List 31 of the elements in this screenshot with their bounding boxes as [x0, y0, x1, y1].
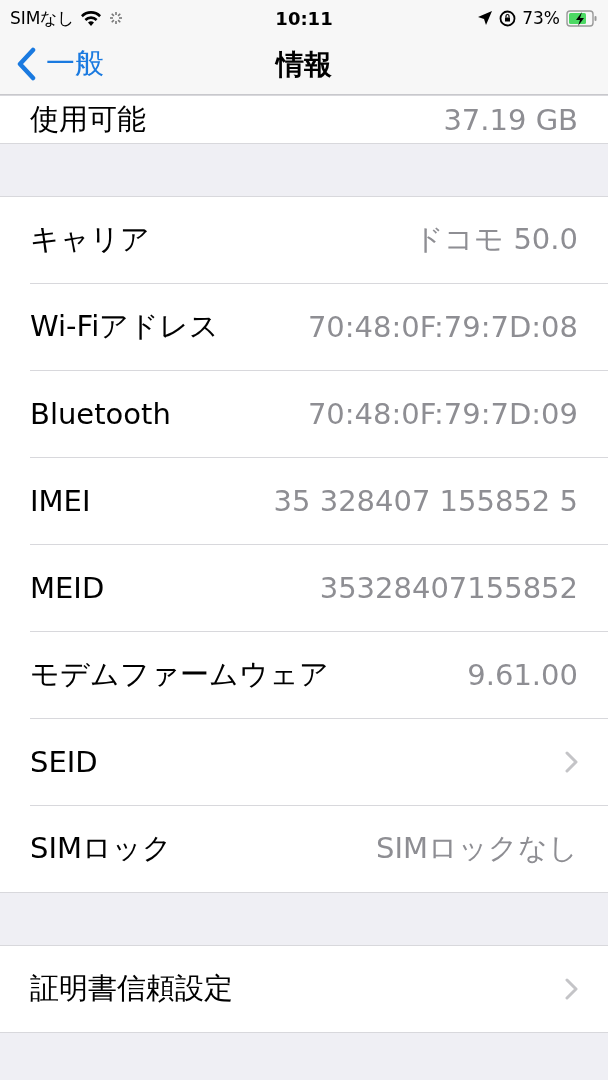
row-label: MEID — [30, 571, 106, 605]
row-label: Bluetooth — [30, 397, 172, 431]
row-label: Wi-Fiアドレス — [30, 308, 221, 345]
wifi-icon — [80, 9, 103, 27]
row-value: 70:48:0F:79:7D:09 — [307, 397, 578, 431]
screen-title: 情報 — [276, 47, 332, 83]
battery-percent: 73% — [522, 8, 560, 28]
row-label: IMEI — [30, 484, 92, 518]
battery-charging-icon — [566, 9, 598, 27]
carrier-text: SIMなし — [10, 6, 75, 30]
row-label: モデムファームウェア — [30, 656, 330, 693]
chevron-icon[interactable] — [564, 750, 578, 774]
rotation-lock-icon — [499, 9, 517, 27]
row-label: 使用可能 — [30, 100, 147, 138]
row-value: 37.19 GB — [443, 102, 578, 137]
back-button[interactable]: 一般 — [16, 44, 104, 84]
row-value: 70:48:0F:79:7D:08 — [307, 310, 578, 344]
status-time: 10:11 — [275, 7, 333, 29]
location-icon — [477, 10, 494, 26]
row-label: SEID — [30, 745, 99, 779]
chevron-icon[interactable] — [564, 977, 578, 1001]
row-label: SIMロック — [30, 830, 173, 867]
row-value: 35 328407 155852 5 — [273, 484, 578, 518]
row-label: キャリア — [30, 221, 151, 258]
row-value: ドコモ 50.0 — [414, 221, 578, 258]
row-value: 35328407155852 — [319, 571, 578, 605]
row-value: 9.61.00 — [467, 658, 578, 692]
row-label: 証明書信頼設定 — [30, 970, 234, 1007]
back-chevron-icon — [16, 47, 36, 81]
row-value: SIMロックなし — [376, 830, 578, 867]
loading-icon — [108, 10, 125, 26]
